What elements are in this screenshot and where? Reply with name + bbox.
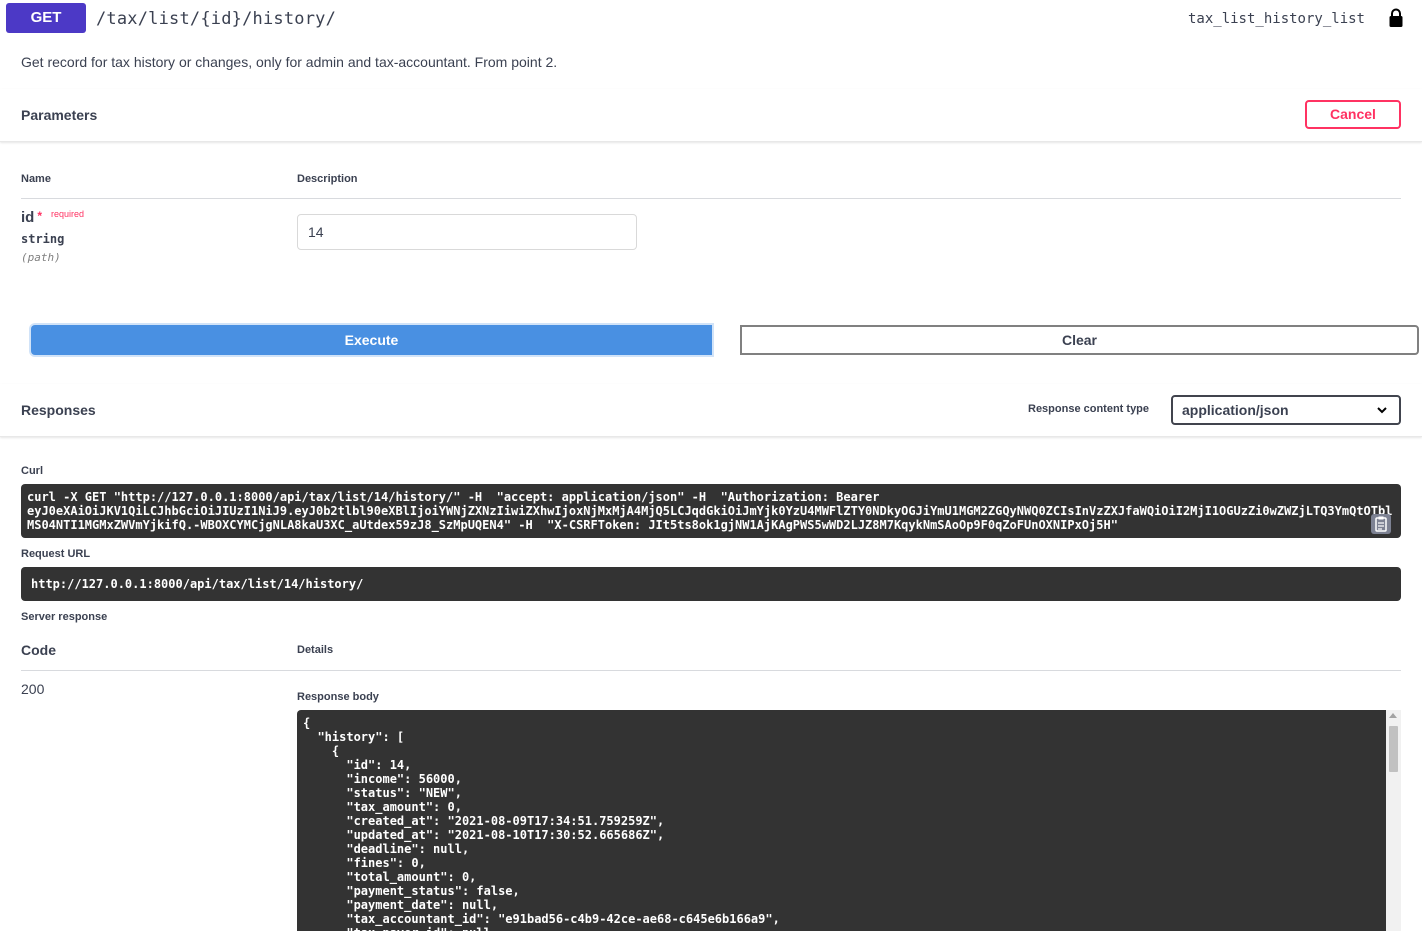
curl-line: eyJ0eXAiOiJKV1QiLCJhbGciOiJIUzI1NiJ9.eyJ… (27, 504, 1393, 518)
operation-header[interactable]: GET /tax/list/{id}/history/ tax_list_his… (0, 0, 1422, 40)
curl-label: Curl (21, 465, 43, 477)
param-type: string (21, 232, 65, 246)
request-url-label: Request URL (21, 548, 91, 560)
chevron-down-icon (1377, 407, 1387, 414)
response-body-label: Response body (297, 691, 379, 703)
responses-title: Responses (21, 402, 96, 418)
response-body-line: { (303, 744, 340, 758)
code-column-header: Code (21, 642, 56, 658)
response-content-type-select[interactable]: application/json (1171, 395, 1401, 425)
required-star: * (37, 209, 43, 223)
param-name-text: id (21, 209, 35, 226)
cancel-button[interactable]: Cancel (1305, 100, 1401, 129)
curl-command[interactable]: curl -X GET "http://127.0.0.1:8000/api/t… (21, 484, 1401, 538)
response-body-line: "history": [ (303, 730, 405, 744)
response-body-line: "payment_date": null, (303, 898, 499, 912)
divider (21, 670, 1401, 671)
response-body-line: "updated_at": "2021-08-10T17:30:52.66568… (303, 828, 665, 842)
response-body-scrollbar[interactable] (1386, 710, 1401, 931)
curl-line: curl -X GET "http://127.0.0.1:8000/api/t… (27, 490, 887, 504)
execute-button[interactable]: Execute (31, 325, 712, 355)
column-description-header: Description (297, 173, 358, 185)
response-body-line: "tax_amount": 0, (303, 800, 462, 814)
response-body-line: "id": 14, (303, 758, 412, 772)
operation-id: tax_list_history_list (1187, 11, 1365, 27)
response-body-line: { (303, 716, 311, 730)
response-body-line: "total_amount": 0, (303, 870, 477, 884)
parameters-title: Parameters (21, 107, 98, 123)
operation-description: Get record for tax history or changes, o… (21, 54, 558, 70)
server-response-label: Server response (21, 611, 108, 623)
response-code: 200 (21, 681, 45, 697)
scroll-thumb[interactable] (1389, 726, 1398, 772)
response-body-line: "status": "NEW", (303, 786, 462, 800)
response-body-line: "payment_status": false, (303, 884, 520, 898)
lock-icon[interactable] (1388, 8, 1404, 28)
response-body-line: "tax_accountant_id": "e91bad56-c4b9-42ce… (303, 912, 780, 926)
execute-wrapper: Execute Clear (29, 323, 1419, 357)
method-badge: GET (6, 3, 86, 33)
column-name-header: Name (21, 173, 51, 185)
copy-icon[interactable] (1371, 514, 1391, 534)
details-column-header: Details (297, 644, 334, 656)
response-body-line: "income": 56000, (303, 772, 462, 786)
parameters-header: Parameters (0, 89, 1422, 142)
response-body-line: "fines": 0, (303, 856, 426, 870)
response-body-line: "created_at": "2021-08-09T17:34:51.75925… (303, 814, 665, 828)
id-input[interactable] (297, 214, 637, 250)
response-body-text: { "history": [ { "id": 14, "income": 560… (303, 716, 780, 931)
clear-button[interactable]: Clear (740, 325, 1419, 355)
response-content-type-label: Response content type (1028, 403, 1150, 415)
divider (21, 198, 1401, 199)
response-body[interactable]: { "history": [ { "id": 14, "income": 560… (297, 710, 1401, 931)
request-url[interactable]: http://127.0.0.1:8000/api/tax/list/14/hi… (21, 567, 1401, 601)
required-label: required (51, 209, 85, 219)
response-body-line: "tax_payer_id": null, (303, 926, 780, 931)
curl-line: MS04NTI1MGMxZWVmYjkifQ.-WBOXCYMCjgNLA8ka… (27, 518, 1118, 532)
scroll-up-arrow-icon[interactable] (1389, 713, 1397, 718)
response-content-type-value: application/json (1182, 402, 1289, 418)
param-name: id * (21, 209, 42, 226)
operation-path: /tax/list/{id}/history/ (96, 9, 337, 29)
response-body-line: "deadline": null, (303, 842, 470, 856)
param-location: (path) (21, 251, 61, 264)
